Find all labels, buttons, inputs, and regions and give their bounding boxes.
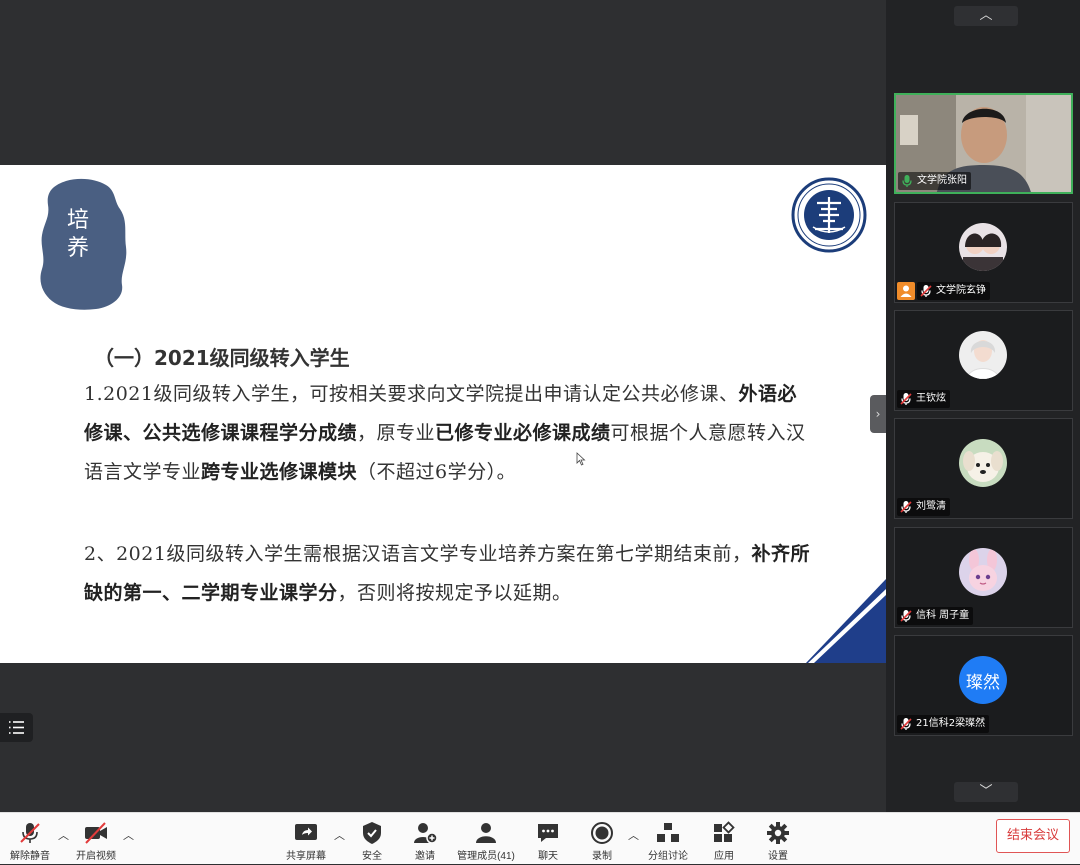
- scroll-down-button[interactable]: ﹀: [954, 782, 1018, 802]
- gear-icon: [767, 822, 789, 844]
- participant-avatar: [959, 331, 1007, 379]
- record-options-caret[interactable]: ︿: [628, 827, 639, 843]
- manage-members-button[interactable]: 管理成员(41): [454, 813, 518, 865]
- apps-icon: [714, 821, 735, 842]
- chat-button[interactable]: 聊天: [528, 813, 568, 865]
- microphone-muted-icon: [900, 718, 912, 730]
- chevron-down-icon: ﹀: [979, 784, 993, 799]
- menu-list-button[interactable]: [0, 713, 33, 742]
- participant-name-label: 王钦炫: [897, 390, 950, 408]
- microphone-icon: [902, 175, 912, 187]
- paragraph-text: ，否则将按规定予以延期。: [337, 582, 572, 604]
- participant-avatar: [959, 439, 1007, 487]
- add-user-icon: [414, 823, 438, 844]
- host-badge-icon: [897, 282, 915, 300]
- participant-tile[interactable]: 刘鹭清: [894, 418, 1073, 519]
- paragraph-text: （不超过6学分）。: [357, 461, 517, 483]
- record-icon: [591, 822, 613, 844]
- corner-decoration: [806, 579, 886, 663]
- paragraph-text: 1.2021级同级转入学生，可按相关要求向文学院提出申请认定公共必修课、: [84, 383, 739, 405]
- audio-options-caret[interactable]: ︿: [58, 827, 69, 843]
- chat-icon: [538, 824, 558, 842]
- participant-name-label: 文学院玄铮: [917, 282, 990, 300]
- share-screen-icon: [295, 824, 317, 840]
- microphone-muted-icon: [900, 393, 912, 405]
- scroll-up-button[interactable]: ︿: [954, 6, 1018, 26]
- participant-name-label: 刘鹭清: [897, 498, 950, 516]
- apps-button[interactable]: 应用: [704, 813, 744, 865]
- participant-avatar: [959, 223, 1007, 271]
- meeting-toolbar: 解除静音 ︿ 开启视频 ︿ 共享屏幕 ︿ 安全 邀请 管理成员(41) 聊天 录…: [0, 812, 1080, 864]
- chevron-up-icon: ︿: [979, 8, 993, 23]
- participant-tile[interactable]: 文学院玄铮: [894, 202, 1073, 303]
- record-button[interactable]: 录制: [582, 813, 622, 865]
- share-options-caret[interactable]: ︿: [334, 827, 345, 843]
- members-icon: [476, 823, 496, 843]
- emphasized-text: 跨专业选修课模块: [201, 461, 358, 483]
- participant-name-label: 21信科2梁璨然: [897, 715, 990, 733]
- settings-button[interactable]: 设置: [758, 813, 798, 865]
- unmute-button[interactable]: 解除静音: [6, 813, 54, 865]
- slide-paragraph-2: 2、2021级同级转入学生需根据汉语言文学专业培养方案在第七学期结束前，补齐所缺…: [84, 535, 814, 613]
- paragraph-text: ，原专业: [357, 422, 436, 444]
- collapse-sidebar-button[interactable]: ›: [870, 395, 886, 433]
- seal-text: 培 养: [66, 208, 89, 261]
- shared-screen-area: 培 养 （一）2021级同级转入学生 1.2021级同级转入学生，可按相关要求向…: [0, 0, 886, 812]
- video-off-icon: [85, 822, 107, 844]
- participant-tile[interactable]: 璨然 21信科2梁璨然: [894, 635, 1073, 736]
- microphone-muted-icon: [900, 610, 912, 622]
- start-video-button[interactable]: 开启视频: [70, 813, 122, 865]
- end-meeting-button[interactable]: 结束会议: [996, 819, 1070, 853]
- mouse-cursor-icon: [576, 452, 586, 466]
- participant-tile[interactable]: 王钦炫: [894, 310, 1073, 411]
- university-logo-icon: [791, 177, 867, 253]
- participant-initials-avatar: 璨然: [959, 656, 1007, 704]
- security-button[interactable]: 安全: [352, 813, 392, 865]
- microphone-muted-icon: [20, 823, 40, 843]
- microphone-muted-icon: [920, 285, 932, 297]
- share-screen-button[interactable]: 共享屏幕: [282, 813, 330, 865]
- invite-button[interactable]: 邀请: [405, 813, 445, 865]
- participant-avatar: [959, 548, 1007, 596]
- list-icon: [9, 721, 24, 734]
- breakout-rooms-button[interactable]: 分组讨论: [644, 813, 692, 865]
- participant-name-label: 信科 周子童: [897, 607, 974, 625]
- participant-tile[interactable]: 文学院张阳: [894, 93, 1073, 194]
- presentation-slide: 培 养 （一）2021级同级转入学生 1.2021级同级转入学生，可按相关要求向…: [0, 165, 886, 663]
- emphasized-text: 已修专业必修课成绩: [435, 422, 611, 444]
- breakout-rooms-icon: [657, 823, 679, 842]
- paragraph-text: 2、2021级同级转入学生需根据汉语言文学专业培养方案在第七学期结束前，: [84, 543, 752, 565]
- slide-paragraph-1: 1.2021级同级转入学生，可按相关要求向文学院提出申请认定公共必修课、外语必修…: [84, 375, 814, 492]
- participant-name-label: 文学院张阳: [898, 172, 971, 190]
- microphone-muted-icon: [900, 501, 912, 513]
- participant-tile[interactable]: 信科 周子童: [894, 527, 1073, 628]
- slide-heading: （一）2021级同级转入学生: [94, 346, 350, 370]
- shield-icon: [363, 822, 381, 844]
- video-options-caret[interactable]: ︿: [123, 827, 134, 843]
- chevron-right-icon: ›: [875, 407, 881, 421]
